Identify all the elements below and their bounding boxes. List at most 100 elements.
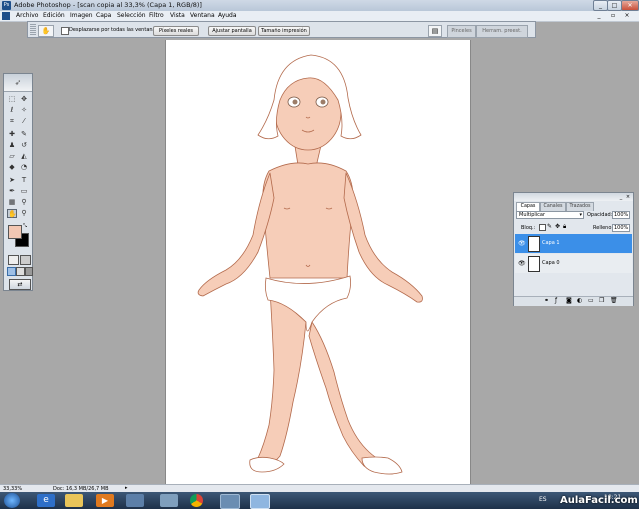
eye-icon[interactable]: 👁︎ (518, 240, 526, 247)
fill-field[interactable]: 100% (612, 224, 630, 232)
healing-brush-icon[interactable]: ✚ (7, 130, 17, 139)
clone-stamp-icon[interactable]: ♟ (7, 141, 17, 150)
scroll-all-windows-checkbox[interactable] (61, 27, 69, 35)
menu-filtro[interactable]: Filtro (149, 12, 164, 19)
menu-seleccion[interactable]: Selección (117, 12, 146, 19)
screen-mode-full-icon[interactable] (25, 267, 33, 276)
lasso-icon[interactable]: ℓ (7, 106, 17, 115)
menu-ayuda[interactable]: Ayuda (218, 12, 237, 19)
menu-capa[interactable]: Capa (96, 12, 111, 19)
layer-row-capa-1[interactable]: 👁︎ Capa 1 (515, 234, 632, 253)
menu-ventana[interactable]: Ventana (190, 12, 215, 19)
quick-mask-icon[interactable] (20, 255, 31, 265)
delete-layer-icon[interactable]: 🗑︎ (610, 297, 618, 304)
paint-bucket-icon[interactable]: ◭ (19, 152, 29, 161)
layer-mask-icon[interactable]: ◙ (566, 297, 572, 304)
minimize-button[interactable]: _ (593, 0, 608, 11)
maximize-button[interactable]: □ (607, 0, 622, 11)
menu-edicion[interactable]: Edición (43, 12, 65, 19)
media-player-icon[interactable]: ▶ (96, 494, 114, 507)
layer-style-icon[interactable]: ƒ (555, 297, 557, 304)
swap-colors-icon[interactable]: ⤡ (23, 223, 29, 229)
options-bar: ✋ Desplazarse por todas las ventanas Píx… (27, 21, 536, 38)
chrome-icon[interactable] (190, 494, 203, 507)
eyedropper-tool-icon[interactable]: ⚲ (19, 198, 29, 207)
menu-imagen[interactable]: Imagen (70, 12, 93, 19)
panel-close-icon[interactable]: × (625, 194, 631, 200)
eye-icon[interactable]: 👁︎ (518, 260, 526, 267)
layer-row-capa-0[interactable]: 👁︎ Capa 0 (515, 254, 632, 273)
tools-panel: ➶ ⬚ ✥ ℓ ✧ ⌗ ⁄ ✚ ✎ ♟ ↺ ▱ ◭ ◆ ◔ ➤ T ✒ ▭ ▦ … (3, 73, 33, 291)
options-grip[interactable] (30, 24, 36, 35)
lock-pixels-icon[interactable]: ✎ (547, 223, 552, 230)
eyedropper-icon[interactable]: ⁄ (19, 117, 29, 126)
layers-panel-header[interactable]: _ × (514, 193, 633, 201)
tab-capas[interactable]: Capas (516, 202, 540, 211)
tab-canales[interactable]: Canales (540, 202, 566, 211)
status-menu-arrow[interactable]: ▸ (125, 486, 130, 491)
document-icon[interactable] (2, 12, 10, 20)
menu-archivo[interactable]: Archivo (16, 12, 38, 19)
start-orb-icon[interactable] (4, 493, 20, 508)
left-leg-shape (253, 289, 307, 469)
brush-icon[interactable]: ✎ (19, 130, 29, 139)
new-layer-icon[interactable]: ❐ (599, 297, 604, 304)
adjustment-layer-icon[interactable]: ◐ (577, 297, 582, 304)
blend-mode-select[interactable]: Multiplicar ▾ (516, 211, 584, 219)
hand-tool-button[interactable]: ✋ (7, 209, 17, 218)
shared-app-icon[interactable] (160, 494, 178, 507)
palette-well-icon[interactable]: ▤ (428, 25, 442, 37)
notes-icon[interactable]: ▦ (7, 198, 17, 207)
hand-tool-icon[interactable]: ✋ (38, 25, 54, 37)
print-size-button[interactable]: Tamaño impresión (258, 26, 310, 36)
type-icon[interactable]: T (19, 176, 29, 185)
tab-herram-preest[interactable]: Herram. preest. (476, 25, 528, 38)
photoshop-window-icon[interactable] (220, 494, 240, 509)
screen-mode-standard-icon[interactable] (7, 267, 16, 276)
right-pupil-shape (320, 99, 326, 105)
dodge-icon[interactable]: ◔ (19, 163, 29, 172)
paint-icon[interactable] (126, 494, 144, 507)
foreground-color-front (8, 225, 22, 239)
lock-all-icon[interactable]: 🔒︎ (563, 223, 566, 231)
imageready-icon[interactable]: ⇄ (9, 279, 31, 290)
new-group-icon[interactable]: ▭ (588, 297, 594, 304)
opacity-field[interactable]: 100% (612, 211, 630, 219)
internet-explorer-icon[interactable]: e (37, 494, 55, 507)
standard-mode-icon[interactable] (8, 255, 19, 265)
history-brush-icon[interactable]: ↺ (19, 141, 29, 150)
zoom-icon[interactable]: ⚲ (19, 209, 29, 218)
feather-app-icon[interactable] (250, 494, 270, 509)
language-indicator[interactable]: ES (539, 496, 547, 503)
doc-minimize-button[interactable]: _ (593, 12, 605, 20)
shape-icon[interactable]: ▭ (19, 187, 29, 196)
link-layers-icon[interactable]: ⚭ (544, 297, 549, 304)
blur-icon[interactable]: ◆ (7, 163, 17, 172)
layer-thumbnail (528, 256, 540, 272)
right-shoe-shape (361, 456, 403, 475)
crop-icon[interactable]: ⌗ (7, 117, 17, 126)
actual-pixels-button[interactable]: Píxeles reales (153, 26, 199, 36)
doc-restore-button[interactable]: ▫ (607, 12, 619, 20)
magic-wand-icon[interactable]: ✧ (19, 106, 29, 115)
lock-position-icon[interactable]: ✥ (555, 223, 560, 230)
layer-name: Capa 0 (542, 260, 560, 266)
tab-trazados[interactable]: Trazados (566, 202, 594, 211)
panel-minimize-icon[interactable]: _ (618, 194, 624, 200)
move-icon[interactable]: ✥ (19, 95, 29, 104)
document-canvas[interactable] (165, 40, 471, 485)
eraser-icon[interactable]: ▱ (7, 152, 17, 161)
file-explorer-icon[interactable] (65, 494, 83, 507)
feather-logo-icon: ➶ (14, 78, 22, 87)
tools-header[interactable]: ➶ (4, 74, 32, 92)
marquee-icon[interactable]: ⬚ (7, 95, 17, 104)
path-selection-icon[interactable]: ➤ (7, 176, 17, 185)
pen-icon[interactable]: ✒ (7, 187, 17, 196)
tab-pinceles[interactable]: Pinceles (447, 25, 476, 38)
lock-transparency-icon[interactable] (539, 224, 546, 231)
screen-mode-full-menu-icon[interactable] (16, 267, 25, 276)
fit-screen-button[interactable]: Ajustar pantalla (208, 26, 256, 36)
doc-close-button[interactable]: × (621, 12, 633, 20)
close-button[interactable]: ✕ (621, 0, 639, 11)
menu-vista[interactable]: Vista (170, 12, 185, 19)
